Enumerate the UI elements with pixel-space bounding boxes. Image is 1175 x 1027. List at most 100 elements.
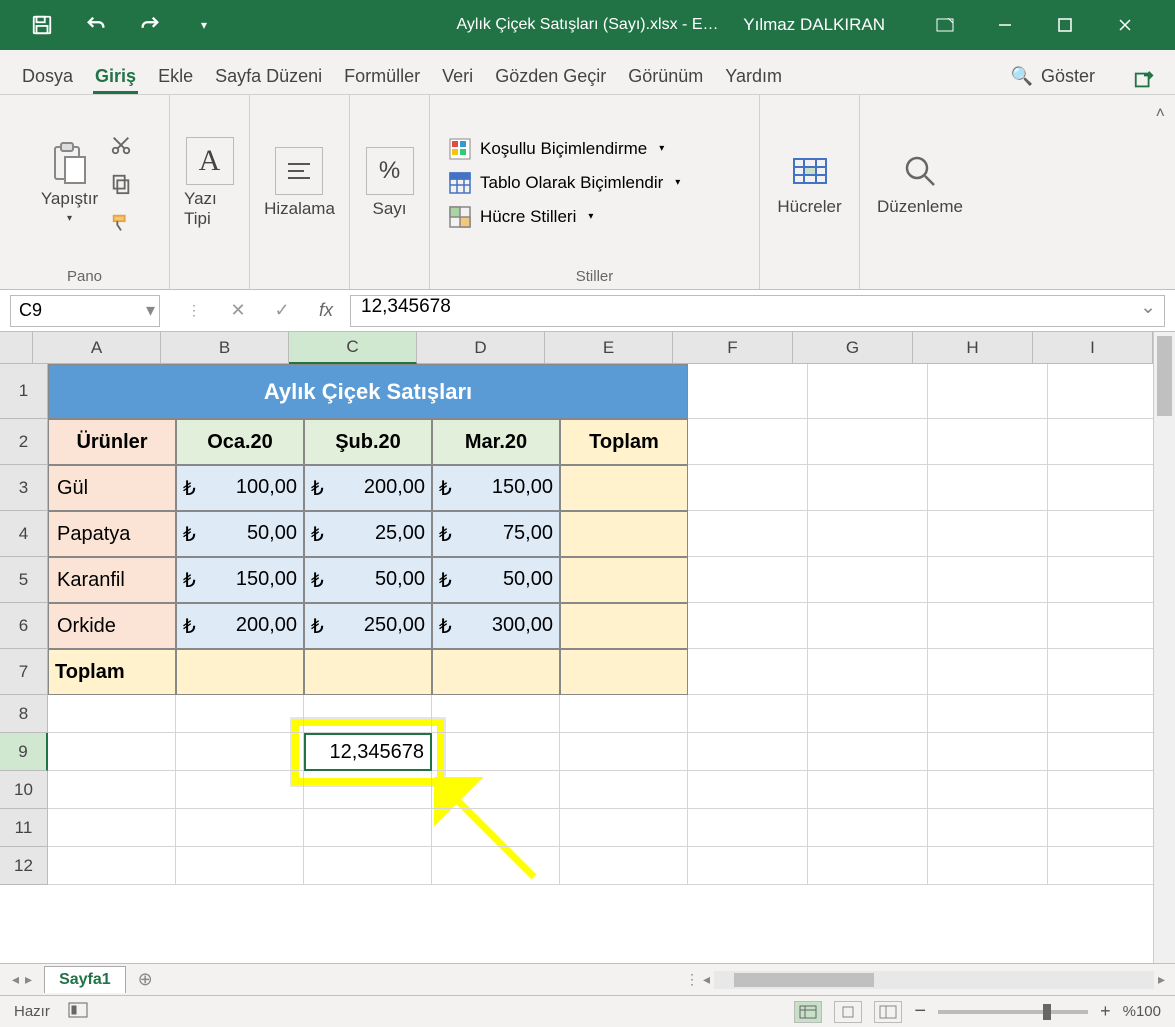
cell-empty[interactable] [808,809,928,847]
select-all-corner[interactable] [0,332,33,364]
cell[interactable]: Aylık Çiçek Satışları [48,364,688,419]
cell-empty[interactable] [928,809,1048,847]
row-header-11[interactable]: 11 [0,809,48,847]
cell[interactable] [560,557,688,603]
cell-empty[interactable] [688,649,808,695]
cell-empty[interactable] [808,419,928,465]
tab-ekle[interactable]: Ekle [156,58,195,94]
cell-empty[interactable] [688,809,808,847]
row-header-1[interactable]: 1 [0,364,48,419]
row-header-6[interactable]: 6 [0,603,48,649]
share-icon[interactable] [1133,69,1155,94]
cell-empty[interactable] [688,771,808,809]
zoom-out-icon[interactable]: − [914,1000,926,1023]
cell-empty[interactable] [928,419,1048,465]
page-layout-view-icon[interactable] [834,1001,862,1023]
cell-styles[interactable]: Hücre Stilleri▾ [448,205,741,229]
cell-empty[interactable] [48,733,176,771]
cancel-formula-icon[interactable]: ✕ [226,300,250,321]
tab-sayfa-duzeni[interactable]: Sayfa Düzeni [213,58,324,94]
chevron-down-icon[interactable]: ▾ [146,300,155,321]
cell[interactable] [432,649,560,695]
cell-empty[interactable] [1048,557,1153,603]
cell-empty[interactable] [808,771,928,809]
cell[interactable]: ₺300,00 [432,603,560,649]
row-header-5[interactable]: 5 [0,557,48,603]
cell-empty[interactable] [176,847,304,885]
cell-empty[interactable] [560,809,688,847]
cell[interactable]: Ürünler [48,419,176,465]
options-icon[interactable]: ⋮ [182,302,206,319]
format-painter-icon[interactable] [110,212,132,237]
cell[interactable]: ₺50,00 [176,511,304,557]
cell-empty[interactable] [688,603,808,649]
ribbon-display-icon[interactable] [925,10,965,40]
cell[interactable]: ₺75,00 [432,511,560,557]
cell-empty[interactable] [688,847,808,885]
cell-empty[interactable] [688,419,808,465]
fx-icon[interactable]: fx [314,300,338,321]
cell-empty[interactable] [1048,364,1153,419]
cell[interactable]: ₺50,00 [432,557,560,603]
macro-record-icon[interactable] [68,1002,88,1022]
cell-empty[interactable] [808,649,928,695]
cells-dropdown[interactable]: Hücreler [773,145,845,221]
cell-empty[interactable] [688,364,808,419]
redo-icon[interactable] [138,13,162,37]
tab-gorunum[interactable]: Görünüm [626,58,705,94]
row-header-10[interactable]: 10 [0,771,48,809]
cell-empty[interactable] [928,733,1048,771]
font-dropdown[interactable]: A Yazı Tipi [180,133,239,233]
formula-input[interactable]: 12,345678 ⌄ [350,295,1165,327]
cell-empty[interactable] [928,649,1048,695]
cell-empty[interactable] [688,557,808,603]
cell-empty[interactable] [928,557,1048,603]
cell-empty[interactable] [808,511,928,557]
cell[interactable] [560,603,688,649]
cell-empty[interactable] [808,695,928,733]
cell[interactable]: 12,345678 [304,733,432,771]
paste-button[interactable]: Yapıştır ▾ [37,137,102,228]
cell[interactable]: ₺25,00 [304,511,432,557]
scroll-left-icon[interactable]: ◂ [703,971,710,988]
cell[interactable]: Şub.20 [304,419,432,465]
col-header-A[interactable]: A [33,332,161,364]
cell-empty[interactable] [928,465,1048,511]
cell[interactable]: Karanfil [48,557,176,603]
tab-veri[interactable]: Veri [440,58,475,94]
col-header-I[interactable]: I [1033,332,1153,364]
cell[interactable]: Toplam [560,419,688,465]
cell-empty[interactable] [928,695,1048,733]
cell[interactable]: ₺100,00 [176,465,304,511]
cell[interactable]: Oca.20 [176,419,304,465]
zoom-slider[interactable] [938,1010,1088,1014]
minimize-icon[interactable] [985,10,1025,40]
cell-empty[interactable] [1048,771,1153,809]
cell-empty[interactable] [176,695,304,733]
cell[interactable]: Toplam [48,649,176,695]
row-header-7[interactable]: 7 [0,649,48,695]
row-header-3[interactable]: 3 [0,465,48,511]
col-header-C[interactable]: C [289,332,417,364]
cell-empty[interactable] [48,695,176,733]
normal-view-icon[interactable] [794,1001,822,1023]
cell-empty[interactable] [176,771,304,809]
cell-empty[interactable] [1048,695,1153,733]
cell-empty[interactable] [808,557,928,603]
cell[interactable] [304,649,432,695]
row-header-8[interactable]: 8 [0,695,48,733]
cell-empty[interactable] [432,771,560,809]
cell-empty[interactable] [928,847,1048,885]
zoom-in-icon[interactable]: + [1100,1001,1111,1022]
cell-empty[interactable] [928,364,1048,419]
add-sheet-icon[interactable]: ⊕ [138,969,153,990]
page-break-view-icon[interactable] [874,1001,902,1023]
tell-me[interactable]: Göster [1039,58,1097,94]
cell-empty[interactable] [808,364,928,419]
cell[interactable] [560,511,688,557]
cell-empty[interactable] [432,733,560,771]
cell[interactable]: ₺250,00 [304,603,432,649]
cell-empty[interactable] [928,511,1048,557]
cell-empty[interactable] [688,465,808,511]
col-header-D[interactable]: D [417,332,545,364]
